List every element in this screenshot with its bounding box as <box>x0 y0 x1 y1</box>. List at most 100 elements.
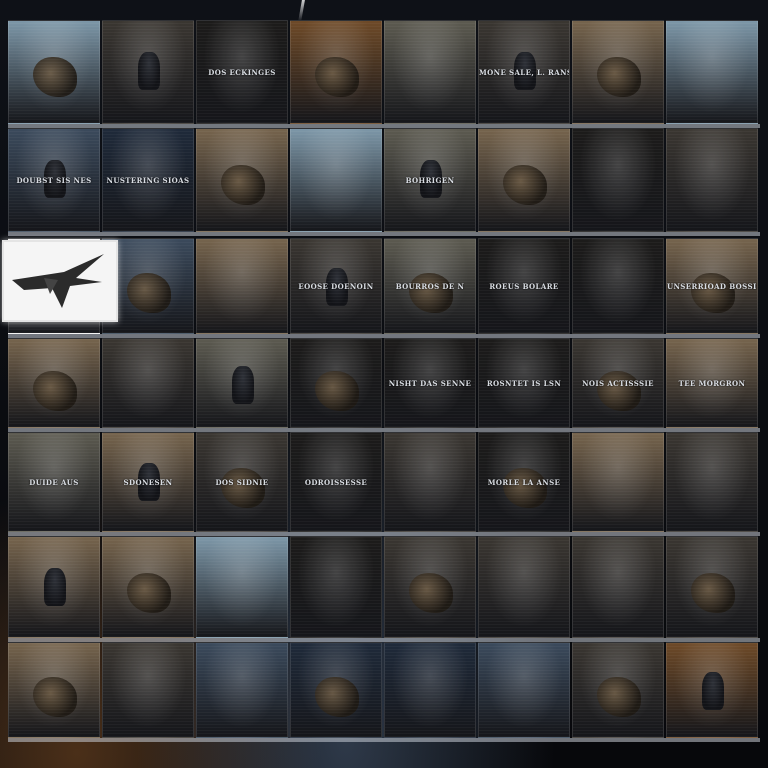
thumbnail-tile[interactable] <box>572 536 664 638</box>
thumbnail-tile[interactable] <box>384 536 476 638</box>
thumbnail-row: DUIDE AUS SDONESEN DOS SIDNIE ODROISSESSE MO… <box>8 432 760 536</box>
thumbnail-tile[interactable] <box>8 642 100 738</box>
thumbnail-tile[interactable] <box>196 238 288 334</box>
thumbnail-tile[interactable] <box>102 536 194 638</box>
smoke-shape <box>33 57 77 98</box>
thumbnail-row: EOOSE DOENOIN BOURROS DE N ROEUS BOLARE UNS… <box>8 238 760 338</box>
figure-silhouette <box>232 366 254 404</box>
thumbnail-tile[interactable] <box>572 238 664 334</box>
thumbnail-tile[interactable] <box>384 432 476 532</box>
thumbnail-caption: BOURROS DE N <box>395 282 465 292</box>
thumbnail-tile[interactable]: BOHRIGEN <box>384 128 476 232</box>
smoke-shape <box>315 676 359 717</box>
smoke-shape <box>409 272 453 313</box>
thumbnail-tile[interactable] <box>102 642 194 738</box>
thumbnail-grid: DOS ECKINGES MONE SALE, L. RANS DOUBST SIS… <box>8 20 760 748</box>
thumbnail-tile[interactable] <box>478 128 570 232</box>
thumbnail-caption: DUIDE AUS <box>29 478 79 488</box>
thumbnail-caption: ROSNTET IS LSN <box>486 379 562 389</box>
thumbnail-caption: ODROISSESSE <box>304 478 368 488</box>
smoke-shape <box>597 676 641 717</box>
smoke-shape <box>597 57 641 98</box>
thumbnail-tile[interactable] <box>572 642 664 738</box>
thumbnail-row <box>8 642 760 742</box>
smoke-shape <box>127 572 171 613</box>
thumbnail-tile[interactable] <box>384 642 476 738</box>
thumbnail-tile[interactable] <box>290 642 382 738</box>
thumbnail-tile[interactable] <box>8 338 100 428</box>
smoke-shape <box>409 572 453 613</box>
thumbnail-caption: DOS SIDNIE <box>215 478 269 488</box>
smoke-shape <box>503 165 547 206</box>
smoke-shape <box>33 676 77 717</box>
thumbnail-tile[interactable] <box>196 642 288 738</box>
thumbnail-tile[interactable] <box>290 128 382 232</box>
smoke-shape <box>33 370 77 411</box>
thumbnail-caption: NUSTERING SIOAS <box>106 175 190 185</box>
thumbnail-caption: NISHT DAS SENNE <box>388 379 472 389</box>
thumbnail-tile[interactable]: SDONESEN <box>102 432 194 532</box>
thumbnail-tile[interactable]: UNSERRIOAD BOSSIOR <box>666 238 758 334</box>
smoke-shape <box>503 468 547 508</box>
thumbnail-tile[interactable] <box>290 536 382 638</box>
thumbnail-tile[interactable] <box>666 20 758 124</box>
thumbnail-tile[interactable]: DOS SIDNIE <box>196 432 288 532</box>
thumbnail-caption: SDONESEN <box>123 478 173 488</box>
thumbnail-caption: ROEUS BOLARE <box>489 282 559 292</box>
thumbnail-tile[interactable]: MONE SALE, L. RANS <box>478 20 570 124</box>
thumbnail-tile[interactable] <box>572 128 664 232</box>
thumbnail-tile[interactable]: NISHT DAS SENNE <box>384 338 476 428</box>
thumbnail-tile[interactable] <box>8 536 100 638</box>
smoke-shape <box>315 370 359 411</box>
thumbnail-tile[interactable]: MORLE LA ANSE <box>478 432 570 532</box>
selected-thumbnail[interactable] <box>2 240 118 322</box>
thumbnail-tile[interactable] <box>102 338 194 428</box>
thumbnail-tile[interactable]: ODROISSESSE <box>290 432 382 532</box>
thumbnail-row: DOS ECKINGES MONE SALE, L. RANS <box>8 20 760 128</box>
thumbnail-caption: NOIS ACTISSSIE <box>582 379 654 389</box>
thumbnail-tile[interactable] <box>478 642 570 738</box>
thumbnail-tile[interactable] <box>478 536 570 638</box>
smoke-shape <box>597 370 641 411</box>
figure-silhouette <box>138 52 160 91</box>
thumbnail-tile[interactable]: NOIS ACTISSSIE <box>572 338 664 428</box>
smoke-shape <box>127 272 171 313</box>
thumbnail-tile[interactable] <box>666 128 758 232</box>
thumbnail-caption: MONE SALE, L. RANS <box>479 67 570 77</box>
thumbnail-tile[interactable]: DOUBST SIS NES <box>8 128 100 232</box>
thumbnail-tile[interactable] <box>572 20 664 124</box>
figure-silhouette <box>702 671 724 710</box>
thumbnail-caption: UNSERRIOAD BOSSIOR <box>667 282 757 292</box>
thumbnail-tile[interactable] <box>384 20 476 124</box>
thumbnail-tile[interactable]: ROSNTET IS LSN <box>478 338 570 428</box>
thumbnail-tile[interactable]: DUIDE AUS <box>8 432 100 532</box>
thumbnail-tile[interactable] <box>196 536 288 638</box>
thumbnail-tile[interactable] <box>102 20 194 124</box>
thumbnail-caption: DOUBST SIS NES <box>16 175 92 185</box>
thumbnail-caption: DOS ECKINGES <box>208 67 276 77</box>
thumbnail-caption: MORLE LA ANSE <box>487 478 561 488</box>
thumbnail-caption: TEE MORGRON <box>678 379 746 389</box>
thumbnail-tile[interactable] <box>196 338 288 428</box>
thumbnail-tile[interactable] <box>666 642 758 738</box>
thumbnail-tile[interactable]: DOS ECKINGES <box>196 20 288 124</box>
smoke-shape <box>221 165 265 206</box>
thumbnail-tile[interactable] <box>290 338 382 428</box>
thumbnail-tile[interactable]: TEE MORGRON <box>666 338 758 428</box>
thumbnail-tile[interactable]: NUSTERING SIOAS <box>102 128 194 232</box>
thumbnail-tile[interactable] <box>666 432 758 532</box>
smoke-shape <box>221 468 265 508</box>
thumbnail-tile[interactable]: EOOSE DOENOIN <box>290 238 382 334</box>
thumbnail-tile[interactable] <box>8 20 100 124</box>
thumbnail-caption: BOHRIGEN <box>405 175 455 185</box>
thumbnail-tile[interactable] <box>572 432 664 532</box>
thumbnail-tile[interactable] <box>666 536 758 638</box>
thumbnail-tile[interactable]: ROEUS BOLARE <box>478 238 570 334</box>
thumbnail-tile[interactable] <box>196 128 288 232</box>
thumbnail-tile[interactable]: BOURROS DE N <box>384 238 476 334</box>
thumbnail-tile[interactable] <box>290 20 382 124</box>
thumbnail-row: NISHT DAS SENNE ROSNTET IS LSN NOIS ACTISS… <box>8 338 760 432</box>
smoke-shape <box>691 572 735 613</box>
thumbnail-caption: EOOSE DOENOIN <box>298 282 374 292</box>
thumbnail-row: DOUBST SIS NES NUSTERING SIOAS BOHRIGEN <box>8 128 760 236</box>
